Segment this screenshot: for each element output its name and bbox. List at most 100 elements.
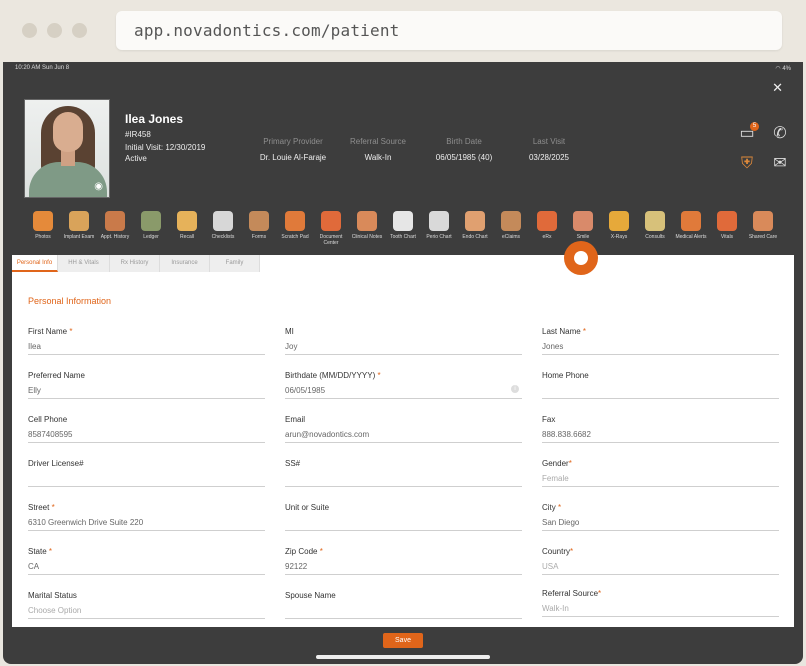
toolbar-item-clinical-notes[interactable]: Clinical Notes xyxy=(349,208,385,240)
toolbar-item-scratch-pad[interactable]: Scratch Pad xyxy=(277,208,313,240)
radiation-icon xyxy=(609,211,629,231)
spouse-name-label: Spouse Name xyxy=(285,591,336,600)
shield-icon[interactable]: ⛨ xyxy=(736,153,758,175)
claims-icon xyxy=(501,211,521,231)
mail-icon[interactable]: ✉ xyxy=(769,153,791,175)
close-icon[interactable]: ✕ xyxy=(772,80,783,96)
email-value: arun@novadontics.com xyxy=(285,430,370,439)
forms-icon xyxy=(249,211,269,231)
toolbar-item-tooth-chart[interactable]: Tooth Chart xyxy=(385,208,421,240)
toolbar-item-label: Scratch Pad xyxy=(281,234,309,240)
toolbar-item-eclaims[interactable]: eClaims xyxy=(493,208,529,240)
email-field[interactable]: Email arun@novadontics.com xyxy=(285,415,522,443)
toolbar-item-ledger[interactable]: Ledger xyxy=(133,208,169,240)
toolbar-item-label: Medical Alerts xyxy=(675,234,707,240)
toolbar-item-label: Perio Chart xyxy=(426,234,452,240)
toolbar-item-forms[interactable]: Forms xyxy=(241,208,277,240)
window-close-dot[interactable] xyxy=(22,23,37,38)
driver-license-field[interactable]: Driver License# xyxy=(28,459,265,487)
mi-value: Joy xyxy=(285,342,298,351)
referral-source-select[interactable]: Referral Source* Walk-In xyxy=(542,589,779,617)
patient-form-panel: Personal Info HH & Vitals Rx History Ins… xyxy=(12,255,794,627)
cell-phone-field[interactable]: Cell Phone 8587408595 xyxy=(28,415,265,443)
city-label: City * xyxy=(542,503,562,512)
chat-icon[interactable]: ▭ 5 xyxy=(736,122,759,145)
country-label: Country* xyxy=(542,547,574,556)
last-visit-label: Last Visit xyxy=(532,137,566,146)
toolbar-item-implant-exam[interactable]: Implant Exam xyxy=(61,208,97,240)
toolbar-item-endo-chart[interactable]: Endo Chart xyxy=(457,208,493,240)
toolbar-item-smile[interactable]: Smile xyxy=(565,208,601,240)
medical-cross-icon xyxy=(681,211,701,231)
marital-status-select[interactable]: Marital Status Choose Option xyxy=(28,591,265,619)
toolbar-item-appt-history[interactable]: Appt. History xyxy=(97,208,133,240)
zip-value: 92122 xyxy=(285,562,308,571)
driver-license-label: Driver License# xyxy=(28,459,84,468)
first-name-label: First Name * xyxy=(28,327,73,336)
home-phone-field[interactable]: Home Phone xyxy=(542,371,779,399)
toolbar-item-label: Ledger xyxy=(143,234,159,240)
unit-field[interactable]: Unit or Suite xyxy=(285,503,522,531)
battery-level: 4% xyxy=(782,66,791,72)
info-icon[interactable]: i xyxy=(511,385,519,393)
tab-hh-vitals[interactable]: HH & Vitals xyxy=(58,255,110,272)
city-field[interactable]: City * San Diego xyxy=(542,503,779,531)
tab-insurance[interactable]: Insurance xyxy=(160,255,210,272)
toolbar-item-label: Endo Chart xyxy=(462,234,488,240)
first-name-field[interactable]: First Name * Ilea xyxy=(28,327,265,355)
toolbar-item-label: Document Center xyxy=(319,234,343,246)
mi-field[interactable]: MI Joy xyxy=(285,327,522,355)
street-field[interactable]: Street * 6310 Greenwich Drive Suite 220 xyxy=(28,503,265,531)
window-maximize-dot[interactable] xyxy=(72,23,87,38)
toolbar-item-label: Tooth Chart xyxy=(390,234,416,240)
patient-photo[interactable]: ◉ xyxy=(24,99,110,198)
form-tabs: Personal Info HH & Vitals Rx History Ins… xyxy=(12,255,260,272)
gender-select[interactable]: Gender* Female xyxy=(542,459,779,487)
cell-phone-label: Cell Phone xyxy=(28,415,68,424)
referral-source-field-label: Referral Source* xyxy=(542,589,602,598)
toolbar-item-erx[interactable]: eRx xyxy=(529,208,565,240)
toolbar-item-label: eClaims xyxy=(501,234,521,240)
ledger-icon xyxy=(141,211,161,231)
gender-label: Gender* xyxy=(542,459,572,468)
tab-rx-history[interactable]: Rx History xyxy=(110,255,160,272)
browser-chrome: app.novadontics.com/patient xyxy=(0,0,806,62)
toolbar-item-recall[interactable]: Recall xyxy=(169,208,205,240)
tab-family[interactable]: Family xyxy=(210,255,260,272)
ssn-field[interactable]: SS# xyxy=(285,459,522,487)
toolbar-item-label: Clinical Notes xyxy=(351,234,383,240)
toolbar-item-x-rays[interactable]: X-Rays xyxy=(601,208,637,240)
implant-icon xyxy=(69,211,89,231)
tab-personal-info[interactable]: Personal Info xyxy=(12,255,58,272)
toolbar-item-checklists[interactable]: Checklists xyxy=(205,208,241,240)
toolbar-item-vitals[interactable]: Vitals xyxy=(709,208,745,240)
camera-icon[interactable]: ◉ xyxy=(94,181,103,192)
fax-field[interactable]: Fax 888.838.6682 xyxy=(542,415,779,443)
section-title: Personal Information xyxy=(28,296,112,306)
toolbar-item-label: Recall xyxy=(180,234,194,240)
state-field[interactable]: State * CA xyxy=(28,547,265,575)
toolbar-item-medical-alerts[interactable]: Medical Alerts xyxy=(673,208,709,240)
phone-icon[interactable]: ✆ xyxy=(769,123,791,145)
patient-status: Active xyxy=(125,154,147,163)
home-indicator[interactable] xyxy=(316,655,490,659)
toolbar-item-perio-chart[interactable]: Perio Chart xyxy=(421,208,457,240)
address-bar[interactable]: app.novadontics.com/patient xyxy=(116,11,782,50)
toolbar-item-document-center[interactable]: Document Center xyxy=(313,208,349,246)
notes-icon xyxy=(357,211,377,231)
window-minimize-dot[interactable] xyxy=(47,23,62,38)
preferred-name-field[interactable]: Preferred Name Elly xyxy=(28,371,265,399)
save-button[interactable]: Save xyxy=(383,633,423,648)
country-select[interactable]: Country* USA xyxy=(542,547,779,575)
birthdate-field[interactable]: Birthdate (MM/DD/YYYY) * 06/05/1985 i xyxy=(285,371,522,399)
toolbar-item-photos[interactable]: Photos xyxy=(25,208,61,240)
zip-field[interactable]: Zip Code * 92122 xyxy=(285,547,522,575)
last-name-field[interactable]: Last Name * Jones xyxy=(542,327,779,355)
spouse-name-field[interactable]: Spouse Name xyxy=(285,591,522,619)
message-badge: 5 xyxy=(750,122,759,131)
patient-name: Ilea Jones xyxy=(125,112,184,126)
url-text: app.novadontics.com/patient xyxy=(134,21,400,40)
toolbar-item-consults[interactable]: Consults xyxy=(637,208,673,240)
toolbar-item-shared-care[interactable]: Shared Care xyxy=(745,208,781,240)
floating-action-button[interactable] xyxy=(564,241,598,275)
